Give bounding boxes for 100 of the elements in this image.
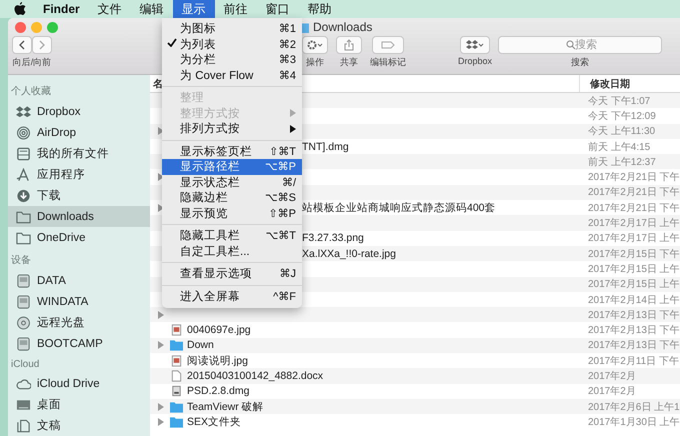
sidebar-item[interactable]: 应用程序 — [8, 164, 150, 185]
toolbar-label: 搜索 — [571, 56, 590, 69]
date-cell-text: 2017年2月17日 上午 — [587, 216, 680, 230]
menu-item[interactable]: 显示状态栏 ⌘/ — [162, 174, 302, 190]
shortcut-text: ⇧⌘P — [268, 206, 296, 220]
menu-item[interactable]: 显示路径栏 ⌥⌘P — [162, 159, 302, 174]
menu-item[interactable]: 为列表 ⌘2 — [162, 36, 302, 52]
date-cell-text: 2017年2月21日 下午 — [587, 186, 680, 200]
menu-bar-item[interactable]: 编辑 — [130, 0, 173, 18]
menu-bar-item[interactable]: 显示 — [172, 0, 215, 18]
sidebar-item[interactable]: DATA — [8, 270, 150, 291]
sidebar-item-label: 文稿 — [37, 418, 61, 433]
date-cell-text: 2017年2月13日 下午 — [587, 308, 680, 322]
sidebar-item-label: WINDATA — [37, 296, 88, 308]
finder-menu[interactable]: Finder — [34, 0, 89, 18]
hard-drive-icon — [16, 294, 31, 308]
file-name: 20150403100142_4882.docx — [187, 370, 324, 382]
folder-icon — [16, 210, 31, 224]
date-cell-text: 前天 上午4:15 — [587, 140, 650, 154]
sidebar-item[interactable]: 下载 — [8, 185, 150, 206]
chevron-left-icon — [19, 40, 25, 50]
date-cell-text: 2017年2月15日 下午 — [587, 248, 680, 261]
menu-item[interactable]: 显示标签页栏 ⇧⌘T — [162, 144, 302, 159]
search-icon — [566, 40, 576, 50]
file-name: SEX文件夹 — [187, 414, 242, 429]
menu-bar-item[interactable]: 窗口 — [256, 0, 299, 18]
menu-bar-item[interactable]: 文件 — [88, 0, 131, 18]
sidebar-item-label: 应用程序 — [37, 167, 85, 182]
menu-bar-item[interactable]: 前往 — [214, 0, 257, 18]
date-cell-text: 2017年2月15日 上午 — [587, 278, 680, 292]
disclosure-triangle-icon[interactable] — [158, 418, 164, 426]
sidebar-item[interactable]: WINDATA — [8, 291, 150, 312]
close-button[interactable] — [15, 22, 26, 32]
date-cell-text: 2017年1月30日 上午 — [587, 416, 680, 429]
sidebar-item[interactable]: AirDrop — [8, 122, 150, 143]
disclosure-triangle-icon[interactable] — [158, 127, 164, 136]
menu-item[interactable]: 排列方式按 — [162, 121, 302, 136]
sidebar-item[interactable]: 远程光盘 — [8, 312, 150, 333]
menu-item[interactable]: 自定工具栏... — [162, 244, 302, 259]
date-cell-text: 2017年2月21日 下午 — [587, 202, 680, 215]
window-title-text: Downloads — [313, 20, 372, 34]
column-header[interactable]: 修改日期 — [580, 75, 630, 92]
zoom-button[interactable] — [47, 22, 58, 32]
sidebar-item-label: OneDrive — [37, 232, 86, 244]
menu-item[interactable]: 隐藏边栏 ⌥⌘S — [162, 190, 302, 206]
shortcut-text: ⌘/ — [282, 176, 296, 189]
date-cell-text: 2017年2月 — [587, 385, 636, 398]
toolbar-label: Dropbox — [458, 56, 492, 66]
file-name: PSD.2.8.dmg — [187, 385, 250, 398]
shortcut-text: ⌘3 — [278, 53, 296, 66]
menu-item[interactable]: 显示预览 ⇧⌘P — [162, 206, 302, 221]
tags-button[interactable] — [372, 36, 404, 54]
sidebar-item-label: Dropbox — [37, 106, 80, 118]
menu-item[interactable]: 查看显示选项 ⌘J — [162, 266, 302, 282]
back-button[interactable] — [12, 36, 32, 54]
desktop-icon — [16, 398, 31, 412]
shortcut-text: ⌥⌘S — [264, 191, 296, 204]
sidebar-heading: iCloud — [10, 358, 40, 372]
toolbar-label: 操作 — [306, 56, 324, 69]
sidebar-item-label: Downloads — [37, 210, 94, 222]
shortcut-text: ^⌘F — [273, 290, 296, 303]
disclosure-triangle-icon[interactable] — [158, 310, 164, 319]
file-name: 站模板企业站商城响应式静态源码400套 — [302, 200, 496, 215]
share-button[interactable] — [336, 36, 362, 54]
sidebar-item[interactable]: 文稿 — [8, 415, 150, 436]
sidebar-item[interactable]: Dropbox — [8, 101, 150, 122]
sidebar-item[interactable]: 桌面 — [8, 394, 150, 415]
file-name: Xa.lXXa_!!0-rate.jpg — [302, 248, 396, 260]
chevron-right-icon — [39, 40, 45, 50]
disclosure-triangle-icon[interactable] — [158, 341, 164, 350]
action-button[interactable] — [302, 36, 328, 54]
menu-item[interactable]: 为分栏 ⌘3 — [162, 52, 302, 68]
menu-bar-item[interactable]: 帮助 — [298, 0, 341, 18]
file-name: 0040697e.jpg — [187, 324, 251, 336]
sidebar-item[interactable]: OneDrive — [8, 227, 150, 248]
apple-icon — [14, 2, 26, 16]
menu-item[interactable]: 进入全屏幕 ^⌘F — [162, 288, 302, 304]
dropbox-button[interactable] — [460, 36, 490, 54]
minimize-button[interactable] — [31, 22, 42, 32]
sidebar-item-label: iCloud Drive — [37, 378, 100, 390]
sidebar-item[interactable]: BOOTCAMP — [8, 333, 150, 354]
date-cell-text: 2017年2月15日 上午 — [587, 262, 680, 276]
shortcut-text: ⌘1 — [278, 22, 296, 36]
disk-image-icon — [170, 385, 183, 398]
search-field[interactable]: 搜索 — [498, 36, 662, 54]
sidebar-item[interactable]: Downloads — [8, 206, 150, 227]
disclosure-triangle-icon[interactable] — [158, 204, 164, 212]
menu-item[interactable]: 隐藏工具栏 ⌥⌘T — [162, 228, 302, 244]
disclosure-triangle-icon[interactable] — [158, 402, 164, 411]
dropbox-caret-icon — [466, 40, 484, 50]
disclosure-triangle-icon[interactable] — [158, 173, 164, 182]
file-name: Down — [187, 339, 214, 352]
file-name: 阅读说明.jpg — [187, 354, 248, 368]
sidebar-item[interactable]: 我的所有文件 — [8, 143, 150, 164]
disc-icon — [16, 316, 31, 330]
sidebar-item[interactable]: iCloud Drive — [8, 373, 150, 394]
file-name: F3.27.33.png — [302, 232, 364, 244]
menu-item[interactable]: 为图标 ⌘1 — [162, 21, 302, 36]
cloud-icon — [16, 376, 31, 390]
date-cell-text: 2017年2月13日 下午 — [587, 339, 680, 352]
